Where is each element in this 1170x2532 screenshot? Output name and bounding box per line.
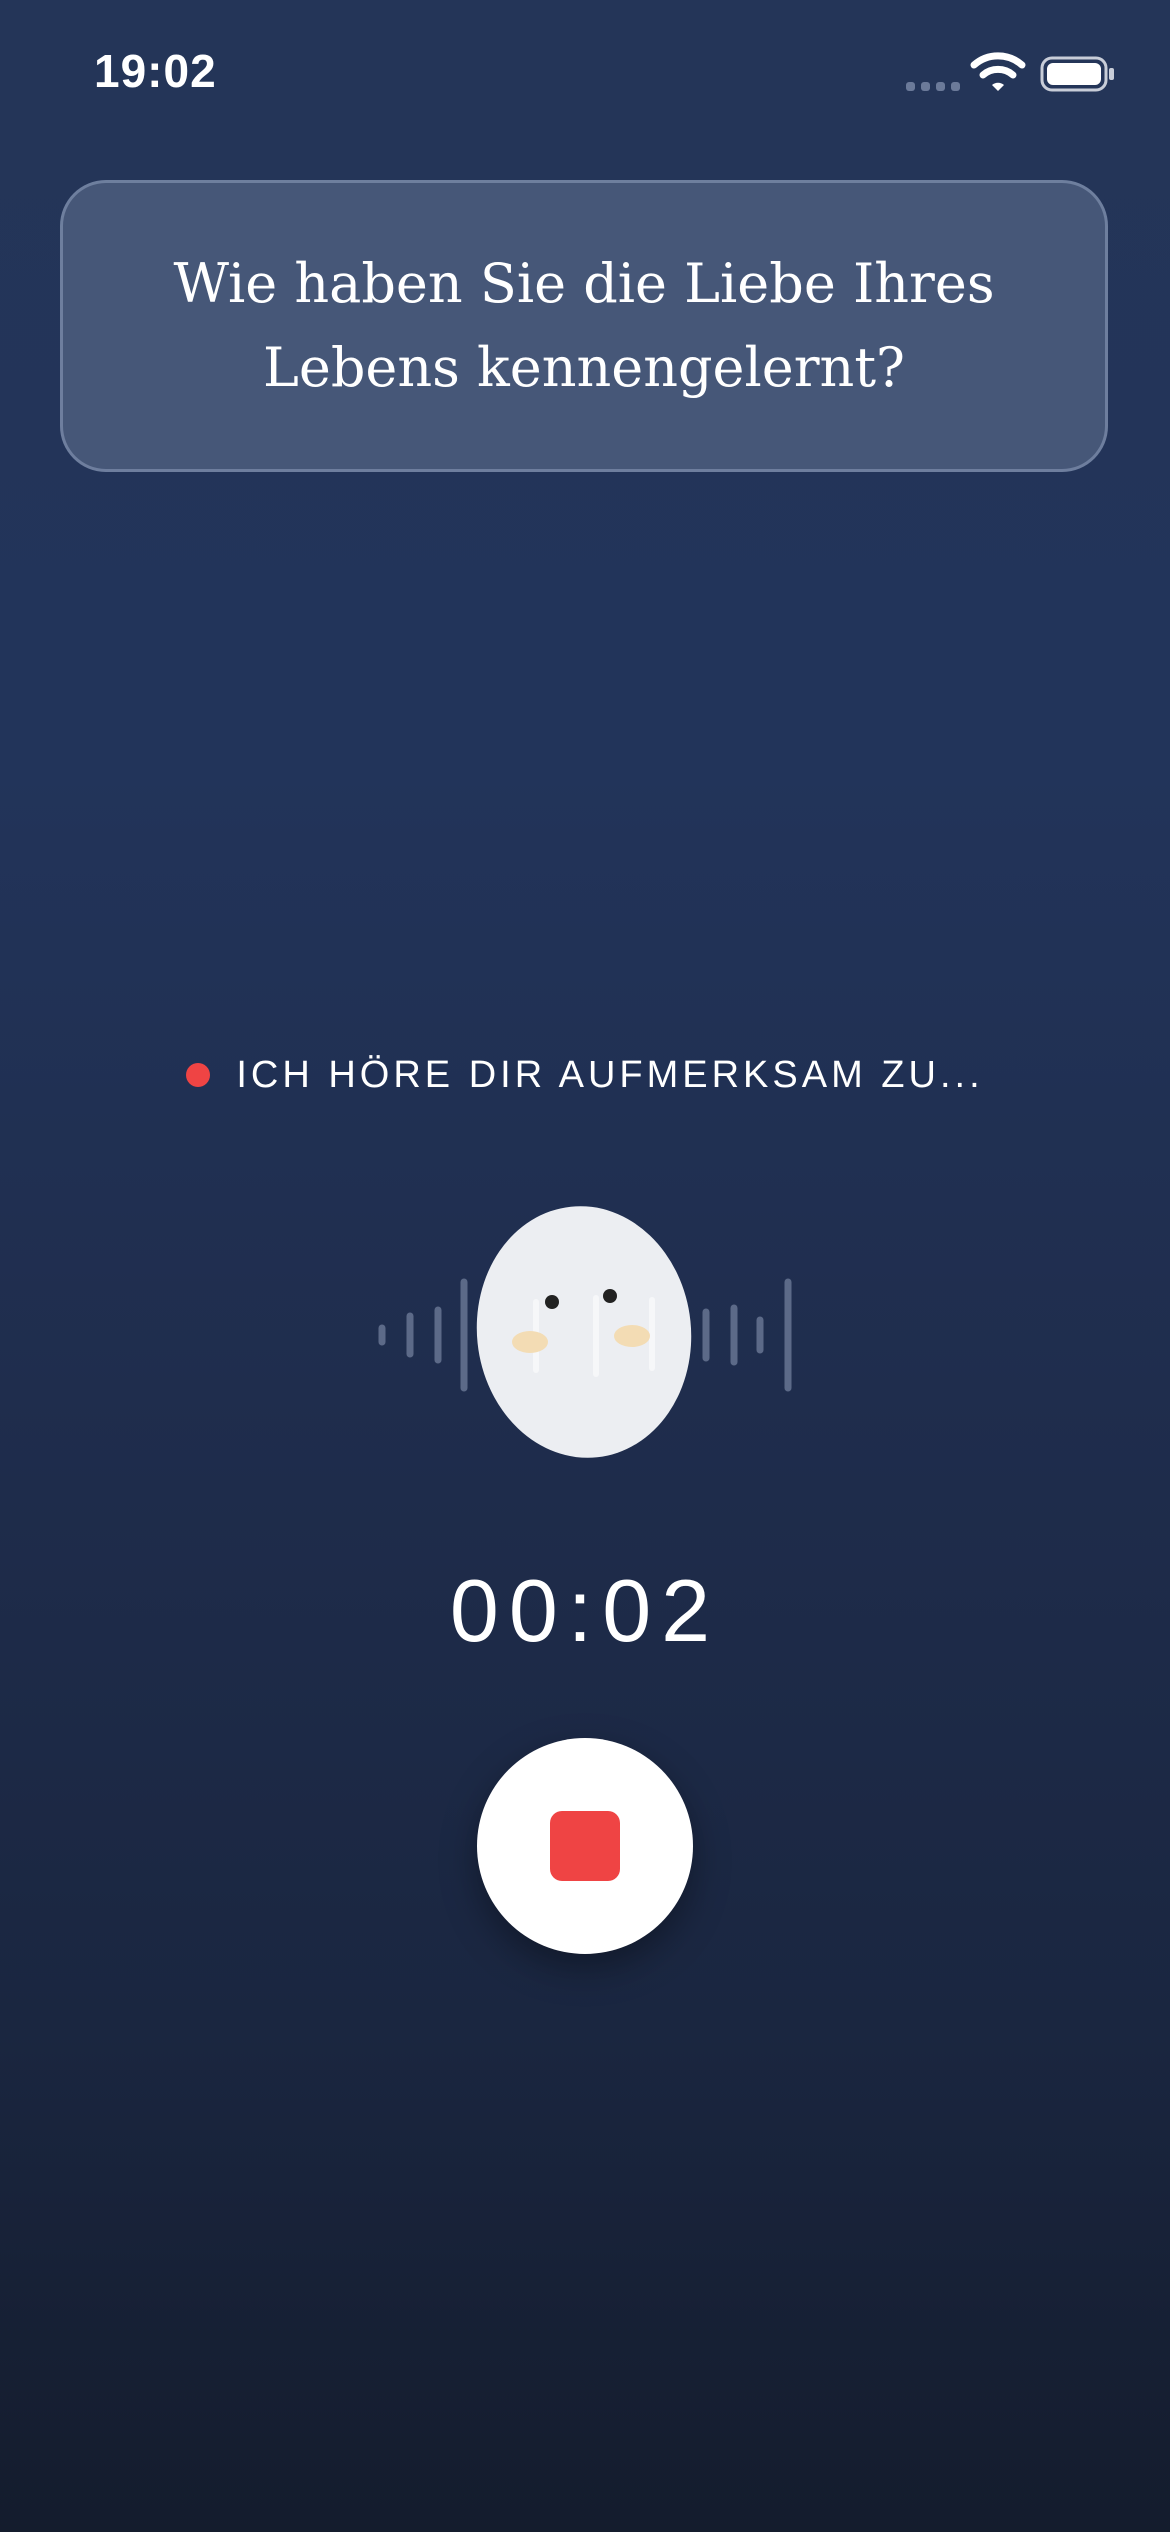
wifi-icon <box>970 52 1026 91</box>
egg-mascot-icon <box>378 1206 792 1458</box>
mascot-left-cheek <box>512 1331 548 1353</box>
cellular-signal-icon <box>906 82 960 91</box>
listening-status: ICH HÖRE DIR AUFMERKSAM ZU... <box>0 1050 1170 1100</box>
recording-dot-icon <box>186 1063 211 1087</box>
status-bar: 19:02 <box>0 0 1170 150</box>
recording-timer: 00:02 <box>449 1561 721 1660</box>
question-text: Wie haben Sie die Liebe Ihres Lebens ken… <box>173 252 995 399</box>
stop-recording-button[interactable] <box>477 1738 693 1954</box>
battery-icon <box>1040 56 1114 92</box>
question-card: Wie haben Sie die Liebe Ihres Lebens ken… <box>60 180 1108 472</box>
mascot-left-eye <box>545 1295 559 1309</box>
stop-icon <box>550 1811 620 1881</box>
mascot-right-eye <box>603 1289 617 1303</box>
status-time: 19:02 <box>94 45 217 97</box>
mascot-body <box>476 1206 692 1458</box>
mascot-right-cheek <box>614 1325 650 1347</box>
listening-status-text: ICH HÖRE DIR AUFMERKSAM ZU... <box>236 1053 984 1096</box>
